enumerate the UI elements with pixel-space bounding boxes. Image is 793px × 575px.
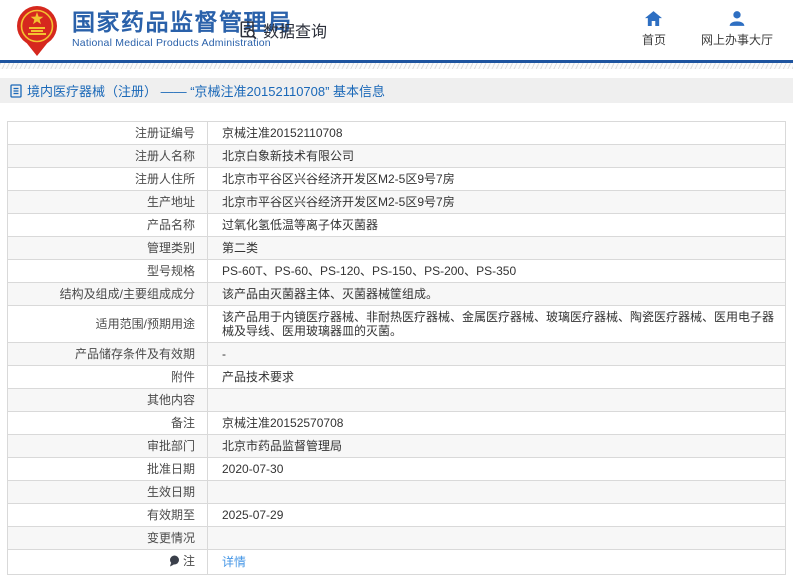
row-label-text: 其他内容 (147, 393, 195, 407)
nav-item-service-hall[interactable]: 网上办事大厅 (701, 11, 773, 48)
home-icon (645, 11, 662, 26)
row-label-text: 注册人名称 (135, 149, 195, 163)
row-label-text: 注册人住所 (135, 172, 195, 186)
row-label-text: 变更情况 (147, 531, 195, 545)
row-value: 该产品用于内镜医疗器械、非耐热医疗器械、金属医疗器械、玻璃医疗器械、陶瓷医疗器械… (208, 306, 786, 343)
row-value: 北京市药品监督管理局 (208, 435, 786, 458)
row-label-text: 批准日期 (147, 462, 195, 476)
row-label: 有效期至 (8, 504, 208, 527)
table-row: 产品名称过氧化氢低温等离子体灭菌器 (8, 214, 786, 237)
row-label: 注 (8, 550, 208, 575)
document-search-icon (238, 20, 258, 40)
row-label-text: 适用范围/预期用途 (96, 317, 195, 331)
row-label: 备注 (8, 412, 208, 435)
row-value: 2025-07-29 (208, 504, 786, 527)
table-row: 结构及组成/主要组成成分该产品由灭菌器主体、灭菌器械筐组成。 (8, 283, 786, 306)
row-label-text: 审批部门 (147, 439, 195, 453)
row-value: PS-60T、PS-60、PS-120、PS-150、PS-200、PS-350 (208, 260, 786, 283)
row-label-text: 产品名称 (147, 218, 195, 232)
row-label-text: 产品储存条件及有效期 (75, 347, 195, 361)
row-label: 生产地址 (8, 191, 208, 214)
row-label: 变更情况 (8, 527, 208, 550)
row-label: 附件 (8, 366, 208, 389)
nav-item-home[interactable]: 首页 (637, 11, 671, 48)
row-label-text: 附件 (171, 370, 195, 384)
table-row: 注册证编号京械注准20152110708 (8, 122, 786, 145)
row-value (208, 481, 786, 504)
table-row: 备注京械注准20152570708 (8, 412, 786, 435)
row-value (208, 389, 786, 412)
document-icon (10, 84, 22, 98)
row-label-text: 备注 (171, 416, 195, 430)
table-row: 变更情况 (8, 527, 786, 550)
header-nav: 首页 网上办事大厅 (637, 11, 773, 48)
table-row: 其他内容 (8, 389, 786, 412)
row-label: 批准日期 (8, 458, 208, 481)
nav-item-label: 首页 (642, 31, 666, 48)
breadcrumb: 境内医疗器械（注册） —— “京械注准20152110708” 基本信息 (0, 78, 793, 103)
row-label-text: 管理类别 (147, 241, 195, 255)
info-table-body: 注册证编号京械注准20152110708注册人名称北京白象新技术有限公司注册人住… (8, 122, 786, 575)
note-icon (169, 555, 180, 567)
row-label: 型号规格 (8, 260, 208, 283)
row-value: 该产品由灭菌器主体、灭菌器械筐组成。 (208, 283, 786, 306)
row-label: 适用范围/预期用途 (8, 306, 208, 343)
nmpa-emblem-logo[interactable] (12, 5, 62, 57)
row-label: 产品名称 (8, 214, 208, 237)
row-value: 第二类 (208, 237, 786, 260)
table-row: 审批部门北京市药品监督管理局 (8, 435, 786, 458)
table-row: 附件产品技术要求 (8, 366, 786, 389)
table-row: 注册人名称北京白象新技术有限公司 (8, 145, 786, 168)
data-query-section[interactable]: 数据查询 (238, 18, 327, 42)
row-label: 注册人名称 (8, 145, 208, 168)
row-value: 北京市平谷区兴谷经济开发区M2-5区9号7房 (208, 168, 786, 191)
row-value: 北京白象新技术有限公司 (208, 145, 786, 168)
table-row: 型号规格 PS-60T、PS-60、PS-120、PS-150、PS-200、PS… (8, 260, 786, 283)
row-label-text: 生效日期 (147, 485, 195, 499)
row-label-text: 生产地址 (147, 195, 195, 209)
table-row: 批准日期 2020-07-30 (8, 458, 786, 481)
row-value: 2020-07-30 (208, 458, 786, 481)
row-value: 产品技术要求 (208, 366, 786, 389)
row-label-text: 注册证编号 (135, 126, 195, 140)
page-header: 国家药品监督管理局 National Medical Products Admi… (0, 0, 793, 60)
table-row: 注册人住所北京市平谷区兴谷经济开发区M2-5区9号7房 (8, 168, 786, 191)
registration-info-table-wrap: 注册证编号京械注准20152110708注册人名称北京白象新技术有限公司注册人住… (7, 121, 786, 575)
row-label: 产品储存条件及有效期 (8, 343, 208, 366)
registration-info-table: 注册证编号京械注准20152110708注册人名称北京白象新技术有限公司注册人住… (7, 121, 786, 575)
row-label-text: 注 (183, 554, 195, 568)
row-label-text: 结构及组成/主要组成成分 (60, 287, 195, 301)
row-value: 过氧化氢低温等离子体灭菌器 (208, 214, 786, 237)
detail-link[interactable]: 详情 (222, 555, 246, 569)
table-row: 管理类别第二类 (8, 237, 786, 260)
table-row: 生效日期 (8, 481, 786, 504)
row-label: 生效日期 (8, 481, 208, 504)
table-row: 注 详情 (8, 550, 786, 575)
row-label-text: 型号规格 (147, 264, 195, 278)
row-label: 结构及组成/主要组成成分 (8, 283, 208, 306)
row-label-text: 有效期至 (147, 508, 195, 522)
row-value: 京械注准20152110708 (208, 122, 786, 145)
row-value: 北京市平谷区兴谷经济开发区M2-5区9号7房 (208, 191, 786, 214)
row-label: 管理类别 (8, 237, 208, 260)
row-label: 注册证编号 (8, 122, 208, 145)
row-value: - (208, 343, 786, 366)
row-label: 其他内容 (8, 389, 208, 412)
table-row: 生产地址北京市平谷区兴谷经济开发区M2-5区9号7房 (8, 191, 786, 214)
table-row: 有效期至 2025-07-29 (8, 504, 786, 527)
table-row: 产品储存条件及有效期- (8, 343, 786, 366)
row-label: 审批部门 (8, 435, 208, 458)
row-value: 京械注准20152570708 (208, 412, 786, 435)
row-label: 注册人住所 (8, 168, 208, 191)
row-value (208, 527, 786, 550)
nav-item-label: 网上办事大厅 (701, 31, 773, 48)
table-row: 适用范围/预期用途该产品用于内镜医疗器械、非耐热医疗器械、金属医疗器械、玻璃医疗… (8, 306, 786, 343)
user-icon (729, 11, 745, 26)
page-title: 境内医疗器械（注册） —— “京械注准20152110708” 基本信息 (27, 81, 385, 100)
row-value: 详情 (208, 550, 786, 575)
data-query-label: 数据查询 (263, 18, 327, 42)
